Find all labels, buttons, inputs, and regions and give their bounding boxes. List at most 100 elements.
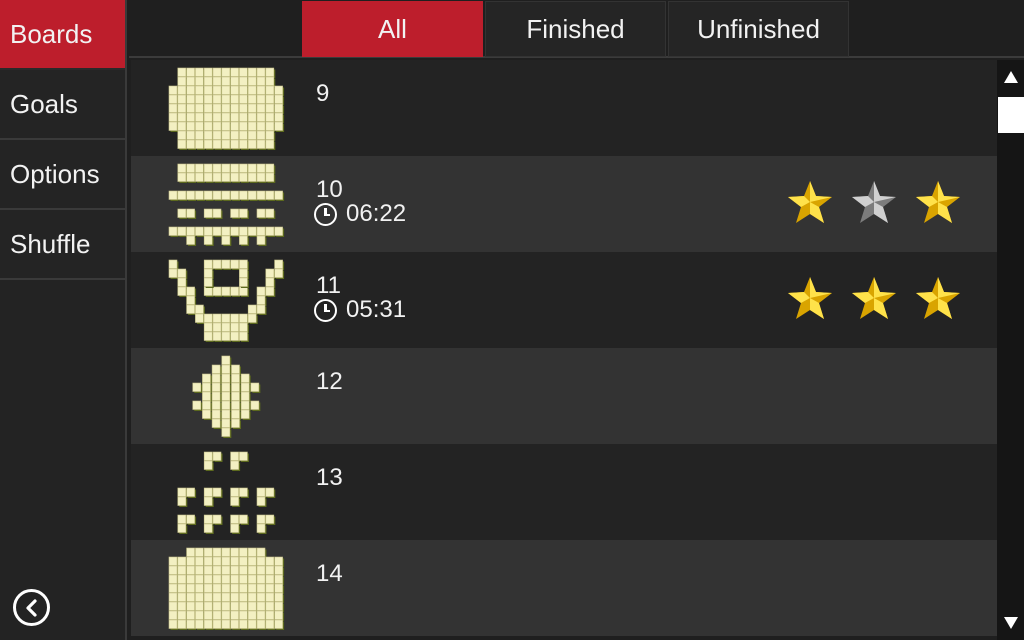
board-row[interactable]: 10 06:22 — [131, 156, 997, 252]
tile — [177, 583, 187, 593]
tile — [265, 556, 275, 566]
best-time: 06:22 — [314, 200, 406, 228]
tile — [212, 163, 222, 173]
tile — [221, 76, 231, 86]
scroll-down-button[interactable] — [997, 608, 1024, 638]
sidebar-item-shuffle[interactable]: Shuffle — [0, 210, 125, 280]
tile — [186, 601, 195, 611]
board-row[interactable]: 9 — [131, 60, 997, 156]
tile — [247, 226, 257, 236]
tile — [256, 619, 266, 629]
tab-finished[interactable]: Finished — [485, 1, 666, 57]
scroll-thumb[interactable] — [998, 97, 1024, 133]
tile — [230, 574, 239, 584]
tile — [212, 85, 222, 95]
tile — [230, 496, 239, 506]
tile — [186, 76, 195, 86]
tile — [221, 409, 231, 419]
tile — [240, 391, 250, 401]
tile — [212, 610, 222, 620]
tile — [221, 130, 231, 140]
tile — [203, 163, 213, 173]
tile — [212, 226, 222, 236]
tile — [265, 226, 275, 236]
tile — [230, 487, 239, 497]
tile — [274, 619, 283, 629]
tile — [212, 601, 222, 611]
tile — [239, 121, 248, 131]
tile — [230, 322, 239, 332]
tile — [212, 286, 222, 296]
sidebar-item-label: Boards — [10, 18, 93, 49]
tile — [168, 619, 178, 629]
tile — [202, 400, 211, 410]
tile — [230, 172, 239, 182]
tab-unfinished[interactable]: Unfinished — [668, 1, 849, 57]
sidebar-item-boards[interactable]: Boards — [0, 0, 125, 70]
tile — [239, 619, 248, 629]
tile — [256, 139, 266, 149]
tile — [203, 619, 213, 629]
tile — [203, 565, 213, 575]
board-row[interactable]: 13 — [131, 444, 997, 540]
tile — [177, 619, 187, 629]
sidebar-item-options[interactable]: Options — [0, 140, 125, 210]
tile — [239, 130, 248, 140]
tab-label: Unfinished — [697, 13, 820, 44]
tile — [274, 103, 283, 113]
tile — [186, 556, 195, 566]
tile — [256, 286, 266, 296]
sidebar-item-label: Shuffle — [10, 228, 91, 259]
tile — [247, 112, 257, 122]
tile — [212, 583, 222, 593]
tile — [168, 601, 178, 611]
tile — [221, 418, 231, 428]
tile — [177, 277, 187, 287]
tile — [247, 163, 257, 173]
tile — [186, 304, 195, 314]
tile — [195, 139, 204, 149]
tile — [265, 76, 275, 86]
tile — [203, 547, 213, 557]
tile — [221, 112, 231, 122]
scrollbar[interactable] — [997, 60, 1024, 640]
tile — [221, 583, 231, 593]
board-row[interactable]: 12 — [131, 348, 997, 444]
tile — [221, 85, 231, 95]
tile — [274, 94, 283, 104]
tile — [177, 163, 187, 173]
tile — [230, 547, 239, 557]
tile — [168, 574, 178, 584]
tile — [177, 514, 187, 524]
tile — [230, 94, 239, 104]
tile — [256, 112, 266, 122]
tile — [212, 592, 222, 602]
tile — [212, 130, 222, 140]
tile — [239, 76, 248, 86]
back-button[interactable] — [13, 589, 50, 626]
tile — [230, 565, 239, 575]
tab-label: All — [378, 13, 407, 44]
board-thumbnail — [161, 64, 291, 152]
tile — [221, 94, 231, 104]
tile — [256, 121, 266, 131]
tile — [203, 487, 213, 497]
tab-all[interactable]: All — [302, 1, 483, 57]
tile — [186, 112, 195, 122]
tile — [195, 226, 204, 236]
tile — [186, 226, 195, 236]
tile — [239, 226, 248, 236]
tile — [203, 322, 213, 332]
scroll-up-button[interactable] — [997, 62, 1024, 92]
tile — [221, 427, 231, 437]
sidebar-item-goals[interactable]: Goals — [0, 70, 125, 140]
tile — [239, 67, 248, 77]
tile — [177, 208, 187, 218]
tile — [195, 583, 204, 593]
tile — [168, 190, 178, 200]
board-row[interactable]: 11 05:31 — [131, 252, 997, 348]
board-row[interactable]: 14 — [131, 540, 997, 636]
tile — [168, 259, 178, 269]
tile — [247, 172, 257, 182]
tile — [203, 85, 213, 95]
